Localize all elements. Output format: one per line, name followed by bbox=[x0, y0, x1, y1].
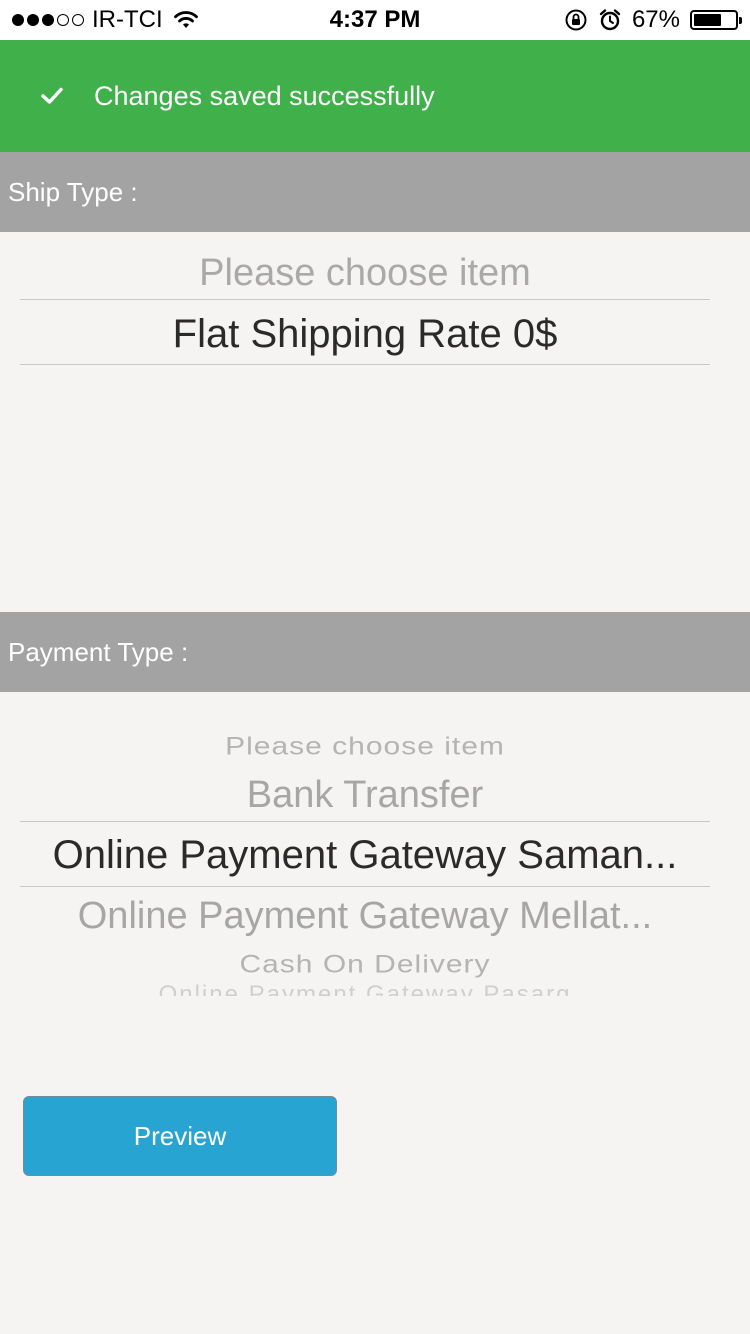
payment-type-header: Payment Type : bbox=[0, 612, 750, 692]
payment-picker-item[interactable]: Online Payment Gateway Mellat... bbox=[20, 892, 710, 940]
ship-picker-selected[interactable]: Flat Shipping Rate 0$ bbox=[20, 306, 710, 362]
success-toast: Changes saved successfully bbox=[0, 40, 750, 152]
toast-message: Changes saved successfully bbox=[94, 80, 435, 111]
payment-picker-item[interactable]: Online Payment Gateway Pasarg bbox=[20, 984, 710, 996]
status-right: 67% bbox=[564, 6, 742, 34]
payment-picker-item[interactable]: Cash On Delivery bbox=[20, 951, 710, 979]
ship-picker-placeholder[interactable]: Please choose item bbox=[20, 250, 710, 296]
battery-nub bbox=[739, 17, 742, 24]
payment-picker-item[interactable]: Please choose item bbox=[20, 733, 710, 761]
battery-percent: 67% bbox=[631, 6, 680, 33]
payment-picker-item[interactable]: Bank Transfer bbox=[20, 773, 710, 817]
picker-divider bbox=[20, 886, 710, 887]
check-icon bbox=[32, 86, 72, 106]
ship-type-label: Ship Type : bbox=[8, 176, 138, 207]
payment-picker-selected[interactable]: Online Payment Gateway Saman... bbox=[20, 828, 710, 882]
status-bar: IR-TCI 4:37 PM 67% bbox=[0, 0, 750, 40]
battery-level-fill bbox=[694, 14, 721, 26]
ship-type-header: Ship Type : bbox=[0, 152, 750, 232]
rotation-lock-icon bbox=[565, 9, 587, 31]
picker-divider bbox=[20, 364, 710, 365]
alarm-icon bbox=[599, 9, 621, 31]
preview-button[interactable]: Preview bbox=[23, 1096, 337, 1176]
payment-type-label: Payment Type : bbox=[8, 636, 189, 667]
picker-divider bbox=[20, 299, 710, 300]
picker-divider bbox=[20, 821, 710, 822]
battery-icon bbox=[690, 10, 742, 30]
